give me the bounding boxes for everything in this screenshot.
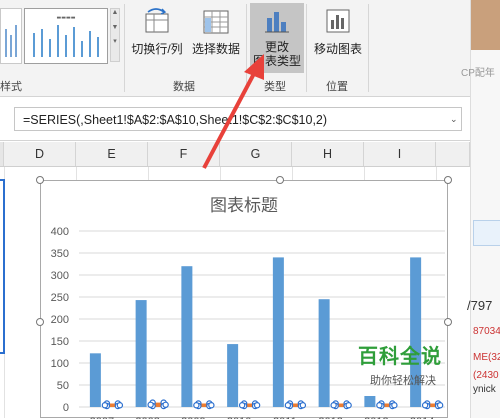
group-label-style: 样式 [0,81,22,93]
switch-row-column-icon [142,6,172,36]
gallery-more-icon[interactable]: ▾ [111,37,119,45]
source-range-highlight [0,179,5,354]
side-panel: CP配年 /797 87034 ME(32 (2430 ynick [461,0,500,418]
chart-style-gallery[interactable]: ▬▬▬▬ ▲ ▼ ▾ [0,4,122,64]
formula-expand-icon[interactable]: ⌄ [450,114,458,125]
ribbon-separator [246,4,247,92]
column-header-d[interactable]: D [4,142,76,166]
switch-row-column-label: 切换行/列 [131,42,183,56]
series-selection-handle [238,402,246,409]
series-selection-handle [376,402,383,409]
chart-style-thumb-selected[interactable]: ▬▬▬▬ [24,8,108,64]
series-selection-handle [330,402,337,409]
y-tick-label: 50 [57,380,69,392]
gallery-down-icon[interactable]: ▼ [111,24,119,31]
series-selection-handle [147,401,154,408]
y-tick-label: 300 [51,270,69,282]
chart-resize-handle[interactable] [36,318,44,326]
watermark: 百科全说 助你轻松解决 [358,340,468,396]
series-selection-handle [284,402,292,409]
bar[interactable] [272,257,284,407]
chart-resize-handle[interactable] [444,176,452,184]
bar[interactable] [181,266,193,407]
side-text-4: ynick [473,384,496,395]
series-selection-handle [436,402,444,409]
ribbon-separator [368,4,369,92]
switch-row-column-button[interactable]: 切换行/列 [128,6,186,57]
chart-resize-handle[interactable] [276,176,284,184]
bar[interactable] [318,299,330,407]
y-tick-label: 0 [63,402,69,414]
move-chart-button[interactable]: 移动图表 [310,6,366,57]
group-label-data: 数据 [173,81,195,93]
chart-style-thumb[interactable] [0,8,22,64]
column-header-e[interactable]: E [76,142,148,166]
select-data-label: 选择数据 [191,42,240,56]
column-header-h[interactable]: H [292,142,364,166]
watermark-subtitle: 助你轻松解决 [370,375,436,387]
product-thumbnail [471,0,500,50]
formula-input[interactable]: =SERIES(,Sheet1!$A$2:$A$10,Sheet1!$C$2:$… [14,107,462,131]
ribbon-separator [306,4,307,92]
y-tick-label: 400 [51,226,69,238]
column-header-i[interactable]: I [364,142,436,166]
side-icon-button[interactable] [473,220,500,246]
series-selection-handle [101,402,109,409]
side-count-text: /797 [467,298,493,313]
select-data-button[interactable]: 选择数据 [188,6,244,57]
column-header-row: D E F G H I [0,142,470,167]
series-selection-handle [299,402,307,409]
gallery-scroll[interactable]: ▲ ▼ ▾ [110,8,120,62]
series-selection-handle [345,402,352,409]
column-header-partial[interactable] [436,142,470,166]
side-text-3: (2430 [473,370,499,381]
column-header-f[interactable]: F [148,142,220,166]
side-text-2: ME(32 [473,352,500,363]
svg-text:▬▬▬▬: ▬▬▬▬ [57,15,76,21]
series-selection-handle [116,402,124,409]
y-tick-label: 250 [51,292,69,304]
watermark-title: 百科全说 [358,346,442,368]
y-tick-label: 200 [51,314,69,326]
series-selection-handle [421,402,429,409]
change-chart-type-button[interactable]: 更改 图表类型 [250,3,304,73]
bar[interactable] [89,353,101,407]
ribbon: ▬▬▬▬ ▲ ▼ ▾ 样式 切换行/列 选择数据 数据 更改 图表类型 类型 移… [0,0,470,97]
series-selection-handle [162,401,169,408]
formula-bar: =SERIES(,Sheet1!$A$2:$A$10,Sheet1!$C$2:$… [0,100,470,141]
series-selection-handle [208,402,215,409]
bar[interactable] [364,396,376,407]
chart-resize-handle[interactable] [36,176,44,184]
change-chart-type-icon [262,6,292,36]
change-chart-type-label-line1: 更改 [264,40,289,54]
side-text-top: CP配年 [461,68,495,79]
bar[interactable] [135,300,147,407]
chart-resize-handle[interactable] [444,318,452,326]
group-label-location: 位置 [326,81,348,93]
group-label-type: 类型 [264,81,286,93]
move-chart-label: 移动图表 [313,42,362,56]
side-text-1: 87034 [473,326,500,337]
series-selection-handle [253,402,261,409]
gallery-up-icon[interactable]: ▲ [111,9,119,16]
series-selection-handle [391,402,398,409]
select-data-icon [201,6,231,36]
ribbon-separator [124,4,125,92]
y-tick-label: 350 [51,248,69,260]
change-chart-type-label-line2: 图表类型 [252,54,301,68]
bar[interactable] [227,344,239,407]
y-tick-label: 100 [51,358,69,370]
column-header-g[interactable]: G [220,142,292,166]
series-selection-handle [193,402,200,409]
y-tick-label: 150 [51,336,69,348]
move-chart-icon [323,6,353,36]
